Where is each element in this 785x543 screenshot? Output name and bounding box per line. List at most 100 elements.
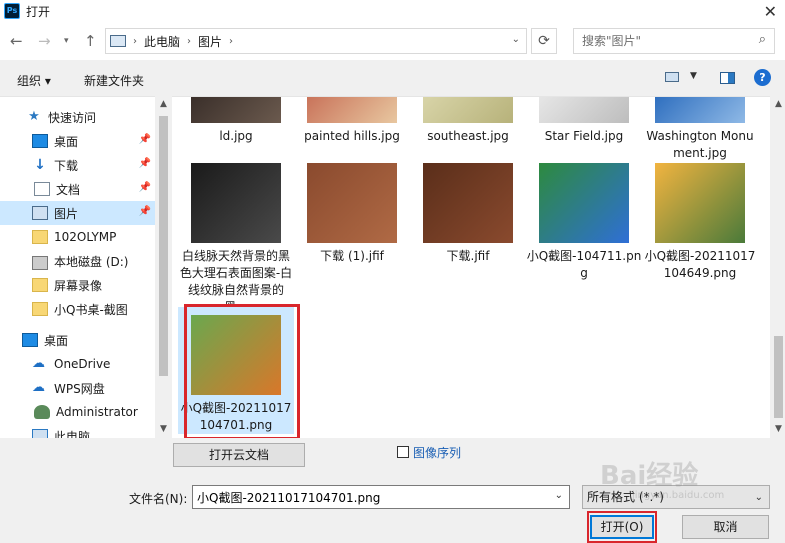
file-item[interactable]: Washington Monument.jpg xyxy=(642,97,758,162)
sidebar-item-desktop-root[interactable]: 桌面 xyxy=(0,328,155,352)
highlight-box xyxy=(184,304,300,440)
image-sequence-label[interactable]: 图像序列 xyxy=(413,444,461,461)
new-folder-button[interactable]: 新建文件夹 xyxy=(84,72,144,89)
folder-icon xyxy=(32,302,48,316)
search-box[interactable]: ⌕ xyxy=(573,28,775,54)
file-thumbnail xyxy=(655,97,745,123)
sidebar-item-local-disk-d[interactable]: 本地磁盘 (D:) xyxy=(0,249,155,273)
scroll-up-icon[interactable]: ▲ xyxy=(770,96,785,113)
star-icon: ★ xyxy=(28,109,40,124)
scroll-down-icon[interactable]: ▼ xyxy=(770,421,785,438)
file-thumbnail xyxy=(423,97,513,123)
organize-button[interactable]: 组织 ▾ xyxy=(17,72,51,89)
pin-icon[interactable]: 📌 xyxy=(139,134,151,145)
file-thumbnail xyxy=(539,97,629,123)
forward-arrow-icon[interactable]: → xyxy=(38,32,51,50)
sidebar-item-downloads[interactable]: ↓ 下载 📌 xyxy=(0,153,155,177)
document-icon xyxy=(34,182,50,196)
computer-icon xyxy=(110,35,126,47)
toolbar: 组织 ▾ 新建文件夹 ▼ ? xyxy=(0,62,785,94)
chevron-down-icon[interactable]: ⌄ xyxy=(555,490,563,501)
file-name: painted hills.jpg xyxy=(304,129,400,143)
sidebar-item-desktop[interactable]: 桌面 📌 xyxy=(0,129,155,153)
folder-icon xyxy=(32,278,48,292)
sidebar-item-documents[interactable]: 文档 📌 xyxy=(0,177,155,201)
file-item[interactable]: ld.jpg xyxy=(178,97,294,145)
open-cloud-doc-button[interactable]: 打开云文档 xyxy=(173,443,305,467)
preview-pane-icon[interactable] xyxy=(720,72,735,84)
file-name: Star Field.jpg xyxy=(544,129,624,143)
refresh-button[interactable]: ⟳ xyxy=(531,28,557,54)
back-arrow-icon[interactable]: ← xyxy=(10,32,23,50)
breadcrumb-this-pc[interactable]: 此电脑 xyxy=(144,33,180,50)
photoshop-icon: Ps xyxy=(4,3,20,19)
close-icon[interactable]: ✕ xyxy=(764,2,777,21)
title-bar: Ps 打开 ✕ xyxy=(0,0,785,22)
file-name: 下载.jfif xyxy=(446,249,490,263)
sidebar-item-onedrive[interactable]: ☁ OneDrive xyxy=(0,352,155,376)
file-thumbnail xyxy=(191,163,281,243)
file-name: 小Q截图-20211017104649.png xyxy=(644,249,756,280)
desktop-icon xyxy=(32,134,48,148)
recent-dropdown-icon[interactable]: ▾ xyxy=(64,36,69,46)
pin-icon[interactable]: 📌 xyxy=(139,158,151,169)
search-icon[interactable]: ⌕ xyxy=(759,32,766,47)
chevron-right-icon[interactable]: › xyxy=(133,36,137,47)
file-thumbnail xyxy=(539,163,629,243)
filename-combobox[interactable]: ⌄ xyxy=(192,485,570,509)
help-icon[interactable]: ? xyxy=(754,69,771,86)
sidebar-item-quick-access[interactable]: ★ 快速访问 xyxy=(26,105,170,129)
pin-icon[interactable]: 📌 xyxy=(139,206,151,217)
filename-label: 文件名(N): xyxy=(129,492,188,506)
desktop-icon xyxy=(22,333,38,347)
sidebar-item-administrator[interactable]: Administrator xyxy=(0,400,155,424)
file-item[interactable]: painted hills.jpg xyxy=(294,97,410,145)
search-input[interactable] xyxy=(574,29,744,53)
file-item[interactable]: 小Q截图-20211017104649.png xyxy=(642,163,758,282)
cloud-icon: ☁ xyxy=(32,356,45,371)
sidebar-item-this-pc[interactable]: 此电脑 xyxy=(0,424,155,438)
cloud-icon: ☁ xyxy=(32,380,45,395)
download-icon: ↓ xyxy=(34,157,46,173)
file-item[interactable]: 白线脉天然背景的黑色大理石表面图案-白线纹脉自然背景的黑... xyxy=(178,163,294,316)
pictures-icon xyxy=(32,206,48,220)
file-thumbnail xyxy=(191,97,281,123)
address-bar[interactable]: › 此电脑 › 图片 › ⌄ xyxy=(105,28,527,54)
folder-icon xyxy=(32,230,48,244)
filename-input[interactable] xyxy=(193,486,543,508)
sidebar-scrollbar[interactable]: ▲ ▼ xyxy=(155,96,172,438)
scrollbar-thumb[interactable] xyxy=(159,116,168,376)
chevron-right-icon[interactable]: › xyxy=(229,36,233,47)
scroll-up-icon[interactable]: ▲ xyxy=(155,96,172,113)
content-scrollbar[interactable]: ▲ ▼ xyxy=(770,96,785,438)
watermark-url: jingyan.baidu.com xyxy=(632,490,725,501)
pin-icon[interactable]: 📌 xyxy=(139,182,151,193)
up-arrow-icon[interactable]: ↑ xyxy=(84,32,97,50)
highlight-box xyxy=(587,511,657,543)
image-sequence-checkbox[interactable] xyxy=(397,446,409,458)
chevron-down-icon[interactable]: ▼ xyxy=(690,71,697,81)
sidebar-item-xiaoq-screenshots[interactable]: 小Q书桌-截图 xyxy=(0,297,155,321)
sidebar-item-pictures[interactable]: 图片 📌 xyxy=(0,201,155,225)
cancel-button[interactable]: 取消 xyxy=(682,515,769,539)
sidebar-item-screen-recordings[interactable]: 屏幕录像 xyxy=(0,273,155,297)
chevron-right-icon[interactable]: › xyxy=(187,36,191,47)
file-name: 下载 (1).jfif xyxy=(320,249,384,263)
file-item[interactable]: southeast.jpg xyxy=(410,97,526,145)
sidebar-item-wps-drive[interactable]: ☁ WPS网盘 xyxy=(0,376,155,400)
chevron-down-icon[interactable]: ⌄ xyxy=(755,487,763,509)
scrollbar-thumb[interactable] xyxy=(774,336,783,418)
window-title: 打开 xyxy=(26,4,51,19)
sidebar-item-102olymp[interactable]: 102OLYMP xyxy=(0,225,155,249)
scroll-down-icon[interactable]: ▼ xyxy=(155,421,172,438)
pc-icon xyxy=(32,429,48,438)
file-item[interactable]: Star Field.jpg xyxy=(526,97,642,145)
breadcrumb-pictures[interactable]: 图片 xyxy=(198,33,222,50)
file-item[interactable]: 下载.jfif xyxy=(410,163,526,265)
disk-icon xyxy=(32,256,48,270)
watermark: Bai经验 xyxy=(600,461,699,491)
file-item[interactable]: 下载 (1).jfif xyxy=(294,163,410,265)
change-view-icon[interactable] xyxy=(665,72,679,82)
chevron-down-icon[interactable]: ⌄ xyxy=(512,34,520,45)
file-item[interactable]: 小Q截图-104711.png xyxy=(526,163,642,282)
